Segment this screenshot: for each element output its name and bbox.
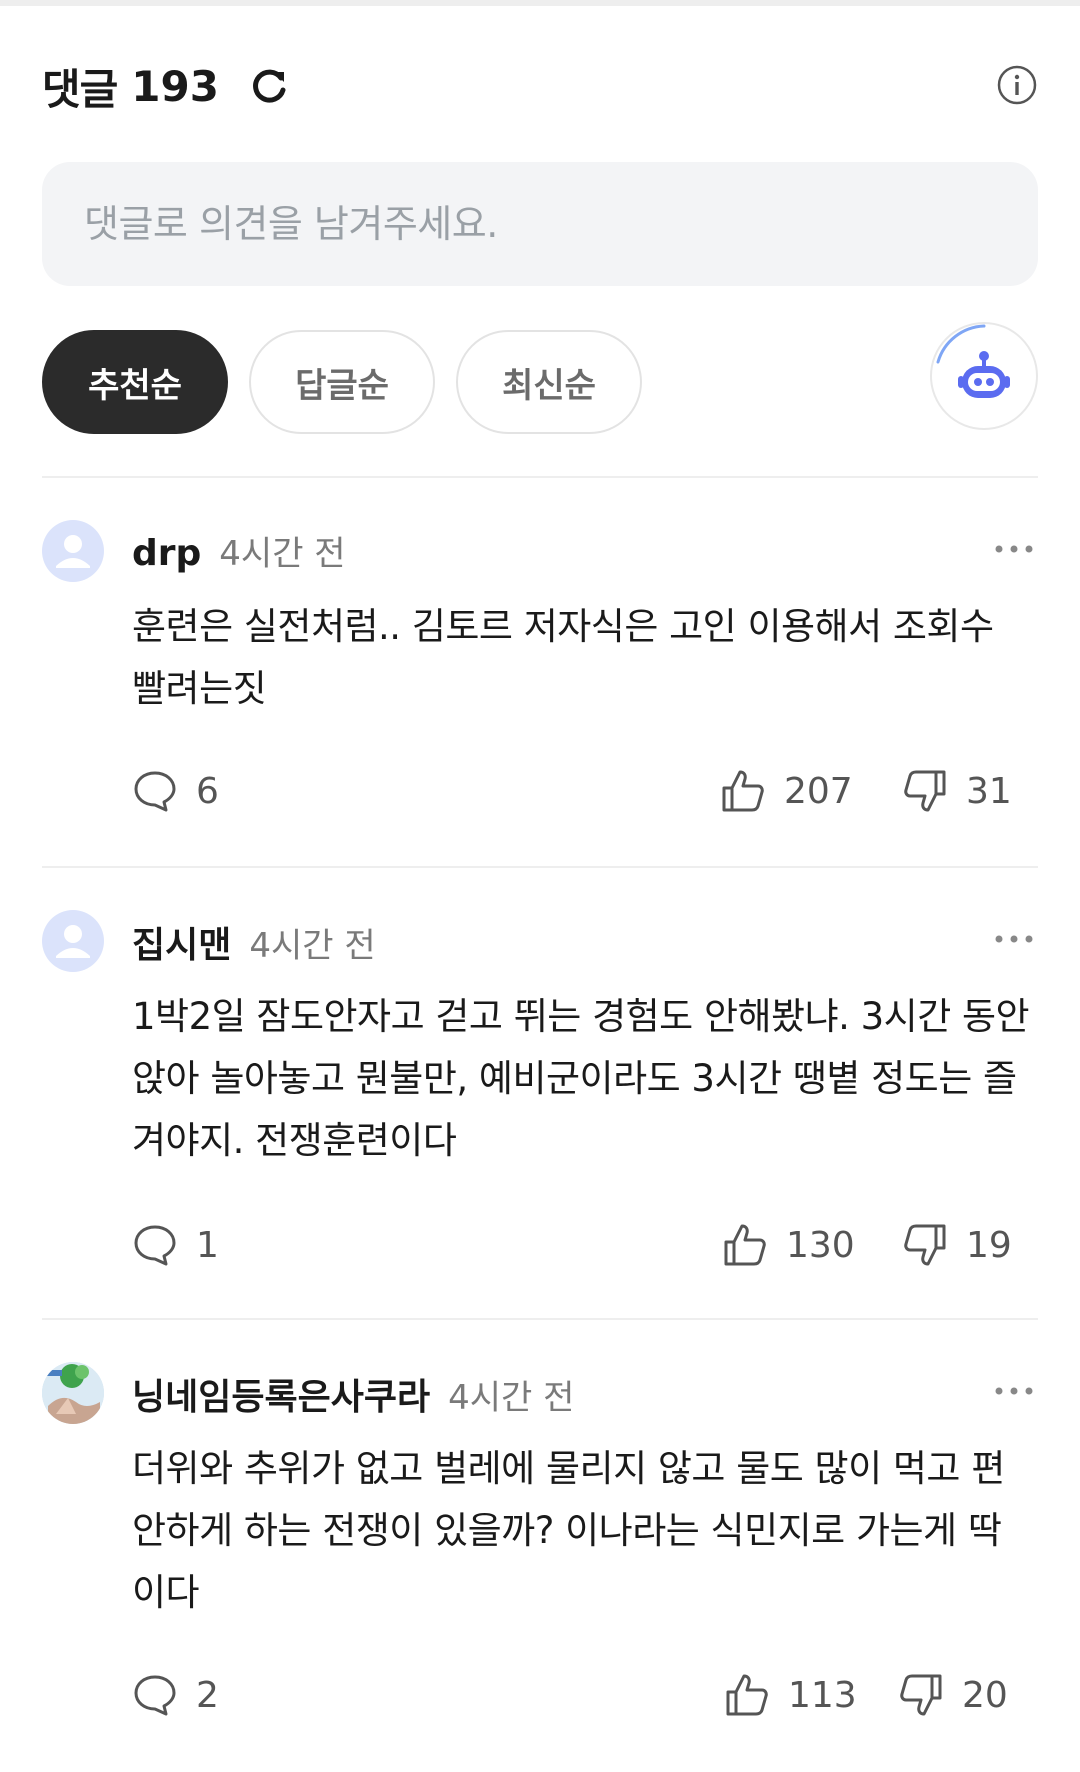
sort-bar: 추천순 답글순 최신순 [42,322,1038,436]
comments-count: 193 [131,61,219,111]
more-icon[interactable] [994,1386,1034,1396]
dislike-count: 19 [966,1224,1012,1266]
comment-input[interactable] [84,202,964,246]
ai-bot-button[interactable] [930,322,1038,430]
speech-bubble-icon [134,1225,176,1266]
comment-item: 집시맨 4시간 전 1박2일 잠도안자고 걷고 뛰는 경험도 안해봤냐. 3시간 … [42,910,1038,1270]
reply-count: 2 [196,1674,219,1716]
top-divider [0,0,1080,6]
reply-button[interactable]: 6 [132,768,219,814]
comment-actions: 6 207 31 [132,768,1038,818]
comment-time: 4시간 전 [448,1378,575,1418]
refresh-icon[interactable] [247,64,291,108]
avatar[interactable] [42,1362,104,1424]
comment-text: 훈련은 실전처럼.. 김토르 저자식은 고인 이용해서 조회수 빨려는짓 [132,605,994,710]
comment-item: drp 4시간 전 훈련은 실전처럼.. 김토르 저자식은 고인 이용해서 조회수… [42,520,1038,820]
dislike-button[interactable]: 20 [898,1672,1008,1718]
dislike-count: 31 [966,770,1012,812]
like-count: 130 [786,1224,855,1266]
thumbs-down-icon [904,770,946,812]
sort-latest[interactable]: 최신순 [456,330,642,434]
thumbs-up-icon [726,1674,768,1716]
like-count: 113 [788,1674,857,1716]
like-button[interactable]: 207 [720,768,853,814]
dislike-count: 20 [962,1674,1008,1716]
comment-time: 4시간 전 [249,926,376,966]
comment-author[interactable]: 닝네임등록은사쿠라 4시간 전 [132,1368,574,1420]
divider [42,866,1038,868]
dislike-button[interactable]: 31 [902,768,1012,814]
comment-author[interactable]: 집시맨 4시간 전 [132,916,376,968]
comments-title: 댓글 [42,64,118,114]
comments-header: 댓글 193 [42,56,1038,116]
speech-bubble-icon [134,1675,176,1716]
comment-actions: 1 130 19 [132,1222,1038,1272]
avatar[interactable] [42,520,104,582]
speech-bubble-icon [134,771,176,812]
reply-count: 6 [196,770,219,812]
comment-input-box[interactable] [42,162,1038,286]
like-count: 207 [784,770,853,812]
comment-time: 4시간 전 [219,534,346,574]
thumbs-down-icon [900,1674,942,1716]
comment-author[interactable]: drp 4시간 전 [132,526,346,575]
comment-actions: 2 113 20 [132,1672,1038,1722]
comment-item: 닝네임등록은사쿠라 4시간 전 더위와 추위가 없고 벌레에 물리지 않고 물도 … [42,1362,1038,1732]
info-icon[interactable] [996,64,1038,106]
like-button[interactable]: 130 [722,1222,855,1268]
more-icon[interactable] [994,544,1034,554]
reply-button[interactable]: 1 [132,1222,219,1268]
reply-count: 1 [196,1224,219,1266]
comment-text: 더위와 추위가 없고 벌레에 물리지 않고 물도 많이 먹고 편안하게 하는 전… [132,1447,1005,1614]
like-button[interactable]: 113 [724,1672,857,1718]
dislike-button[interactable]: 19 [902,1222,1012,1268]
avatar[interactable] [42,910,104,972]
more-icon[interactable] [994,934,1034,944]
sort-recommended[interactable]: 추천순 [42,330,228,434]
thumbs-down-icon [904,1224,946,1266]
divider [42,476,1038,478]
sort-replies[interactable]: 답글순 [249,330,435,434]
thumbs-up-icon [724,1224,766,1266]
comment-text: 1박2일 잠도안자고 걷고 뛰는 경험도 안해봤냐. 3시간 동안 앉아 놀아놓… [132,995,1030,1162]
divider [42,1318,1038,1320]
thumbs-up-icon [722,770,764,812]
reply-button[interactable]: 2 [132,1672,219,1718]
